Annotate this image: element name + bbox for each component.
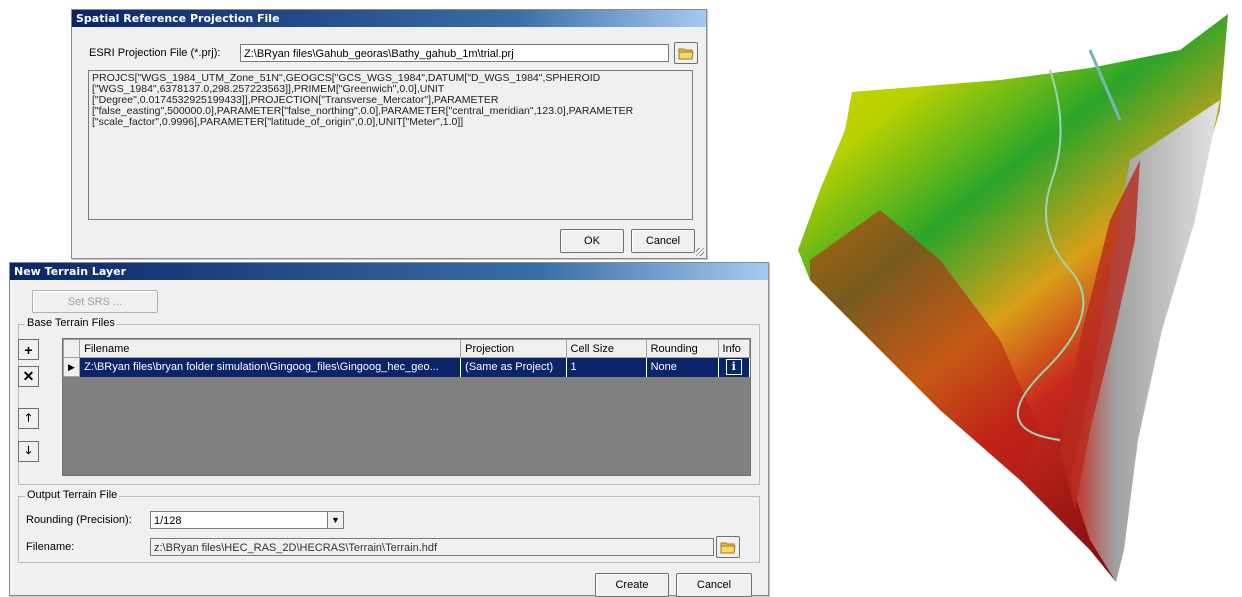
projection-cell[interactable]: (Same as Project) xyxy=(460,357,567,377)
srs-dialog: Spatial Reference Projection File ESRI P… xyxy=(71,9,707,259)
rounding-label: Rounding (Precision): xyxy=(26,514,132,526)
arrow-down-icon: 🡓 xyxy=(25,445,32,457)
plus-icon: + xyxy=(24,341,33,358)
add-file-button[interactable]: + xyxy=(18,339,39,360)
prj-file-label: ESRI Projection File (*.prj): xyxy=(89,47,221,59)
col-filename[interactable]: Filename xyxy=(79,339,462,358)
filename-cell[interactable]: Z:\BRyan files\bryan folder simulation\G… xyxy=(79,357,462,377)
info-cell[interactable]: i xyxy=(718,357,750,377)
terrain-shape xyxy=(798,14,1228,582)
cell-size-cell[interactable]: 1 xyxy=(566,357,647,377)
output-terrain-group-label: Output Terrain File xyxy=(25,489,120,501)
base-terrain-group-label: Base Terrain Files xyxy=(25,317,117,329)
col-rounding[interactable]: Rounding xyxy=(645,339,719,358)
info-icon[interactable]: i xyxy=(725,359,742,376)
grid-header: Filename Projection Cell Size Rounding I… xyxy=(63,339,750,358)
table-row[interactable]: ▶ Z:\BRyan files\bryan folder simulation… xyxy=(63,357,750,377)
move-down-button[interactable]: 🡓 xyxy=(18,441,39,462)
ok-button[interactable]: OK xyxy=(560,229,624,253)
wkt-textarea[interactable]: PROJCS["WGS_1984_UTM_Zone_51N",GEOGCS["G… xyxy=(88,70,693,220)
terrain-dialog-title: New Terrain Layer xyxy=(10,263,768,280)
cancel-button[interactable]: Cancel xyxy=(676,573,752,597)
rounding-select-value: 1/128 xyxy=(154,515,182,527)
cancel-button[interactable]: Cancel xyxy=(631,229,695,253)
terrain-files-grid[interactable]: Filename Projection Cell Size Rounding I… xyxy=(62,338,751,476)
create-button[interactable]: Create xyxy=(595,573,669,597)
close-icon: ✕ xyxy=(22,368,35,384)
prj-file-input[interactable]: Z:\BRyan files\Gahub_georas\Bathy_gahub_… xyxy=(240,44,669,62)
col-cell-size[interactable]: Cell Size xyxy=(565,339,647,358)
srs-dialog-title: Spatial Reference Projection File xyxy=(72,10,706,27)
row-header-cell xyxy=(63,339,81,358)
output-filename-input[interactable]: z:\BRyan files\HEC_RAS_2D\HECRAS\Terrain… xyxy=(150,538,714,556)
filename-label: Filename: xyxy=(26,541,75,553)
move-up-button[interactable]: 🡑 xyxy=(18,408,39,429)
arrow-up-icon: 🡑 xyxy=(25,412,32,424)
output-browse-button[interactable] xyxy=(716,536,740,558)
rounding-cell[interactable]: None xyxy=(646,357,719,377)
chevron-down-icon[interactable]: ▼ xyxy=(327,512,343,528)
terrain-dialog: New Terrain Layer Set SRS ... Base Terra… xyxy=(9,262,769,597)
wkt-line: ["scale_factor",0.9996],PARAMETER["latit… xyxy=(92,116,464,128)
row-selector[interactable]: ▶ xyxy=(63,357,81,377)
rounding-select[interactable]: 1/128 ▼ xyxy=(150,511,344,529)
col-projection[interactable]: Projection xyxy=(460,339,567,358)
terrain-map xyxy=(798,14,1228,582)
col-info[interactable]: Info xyxy=(717,339,750,358)
set-srs-button[interactable]: Set SRS ... xyxy=(32,290,158,313)
folder-icon xyxy=(720,542,736,554)
resize-grip-icon[interactable] xyxy=(696,248,704,256)
folder-icon xyxy=(678,48,694,60)
remove-file-button[interactable]: ✕ xyxy=(18,366,39,387)
prj-browse-button[interactable] xyxy=(674,42,698,64)
